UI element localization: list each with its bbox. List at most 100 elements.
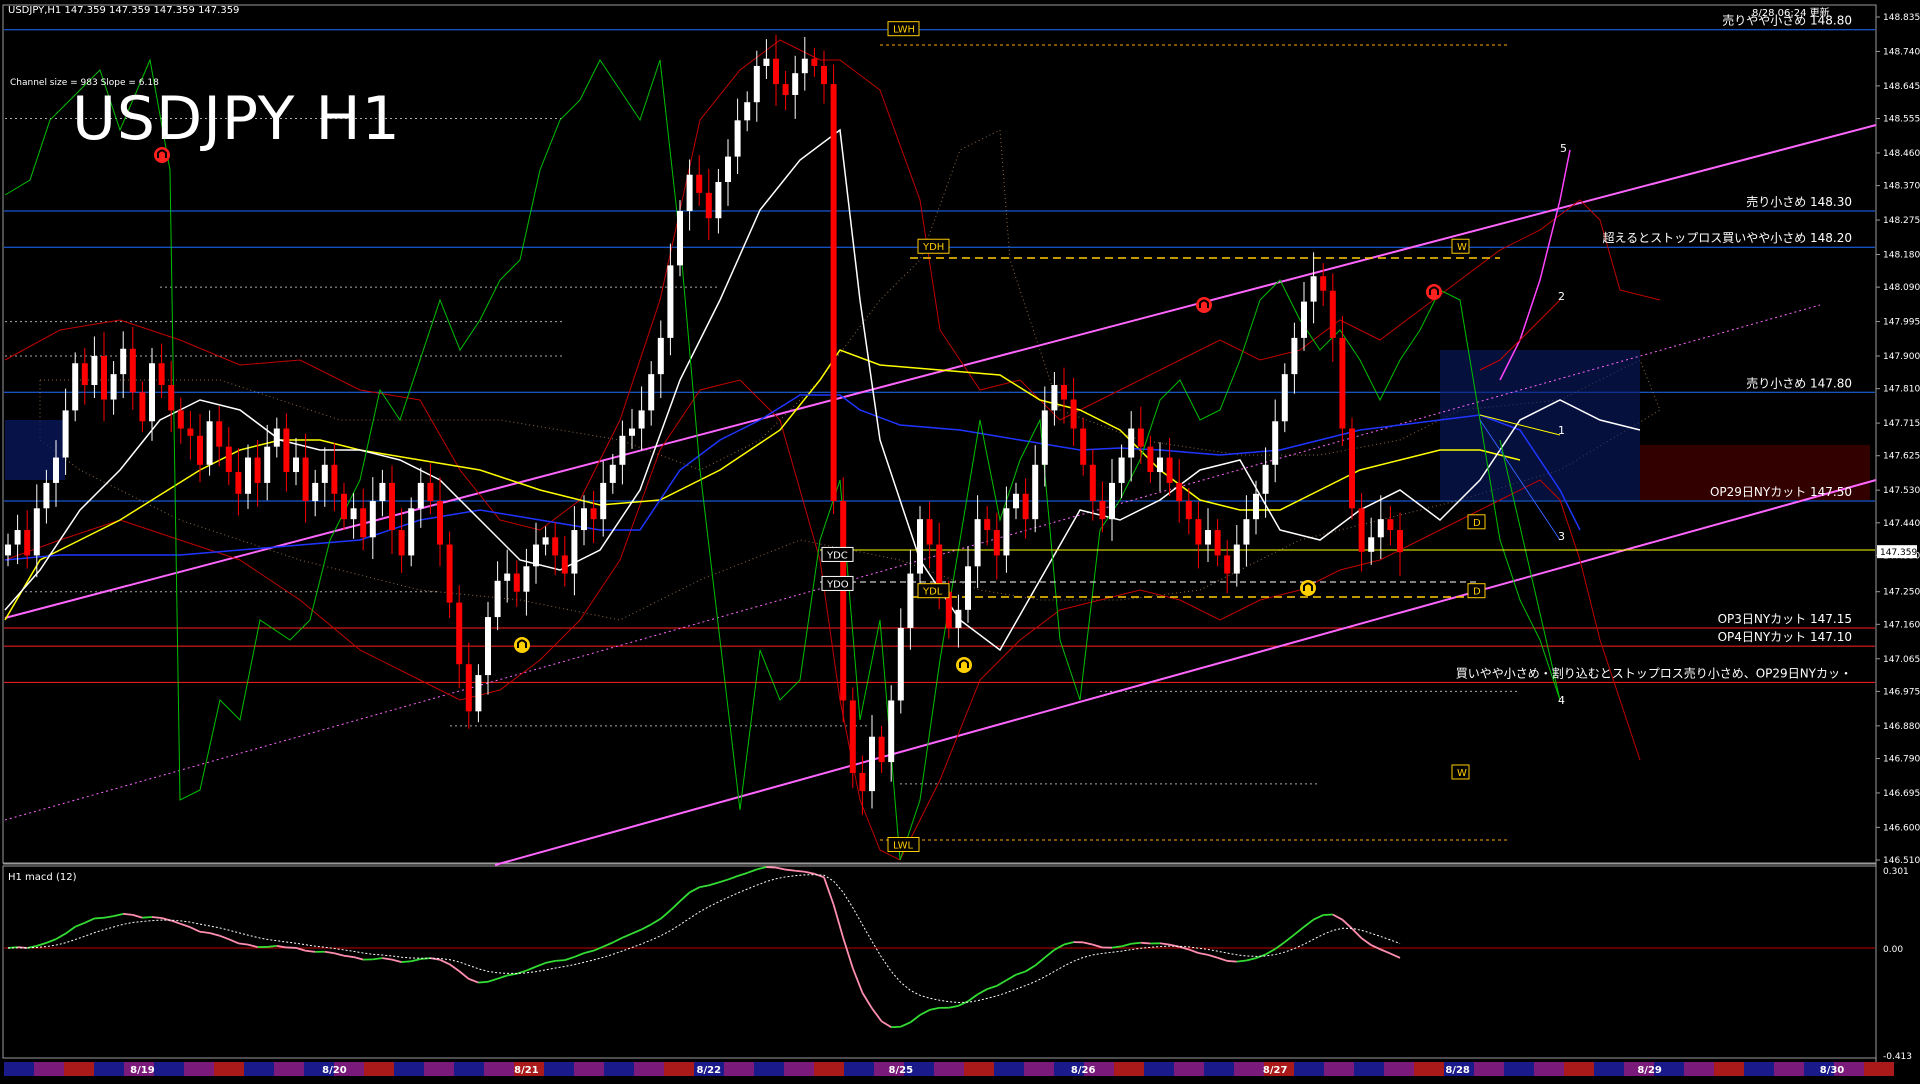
macd-line-segment — [565, 957, 575, 960]
candle-body — [1157, 458, 1163, 473]
macd-line-segment — [37, 943, 47, 946]
macd-line-segment — [1342, 920, 1352, 929]
candle-body — [1147, 447, 1153, 472]
macd-line-segment — [555, 960, 565, 961]
session-bar-segment — [1384, 1062, 1414, 1076]
price-level-label: OP29日NYカット 147.50 — [1710, 485, 1852, 499]
macd-line-segment — [210, 933, 220, 936]
macd-line-segment — [1227, 961, 1237, 962]
macd-line-segment — [786, 870, 796, 871]
macd-line-segment — [718, 880, 728, 883]
macd-line-segment — [344, 956, 354, 957]
time-label: 8/21 — [514, 1065, 539, 1076]
candle-body — [1138, 429, 1144, 447]
candle-body — [706, 193, 712, 218]
macd-line-segment — [1016, 971, 1026, 974]
candle-body — [888, 700, 894, 762]
session-bar-segment — [394, 1062, 424, 1076]
candle-body — [773, 59, 779, 84]
macd-line-segment — [1093, 945, 1103, 948]
candle-body — [341, 494, 347, 519]
macd-line-segment — [690, 887, 700, 892]
session-bar-segment — [1174, 1062, 1204, 1076]
session-bar-segment — [784, 1062, 814, 1076]
time-axis: 8/198/208/218/228/258/268/278/288/298/30 — [4, 1062, 1894, 1076]
sma-yellow — [5, 350, 1520, 620]
page-title: USDJPY H1 — [72, 84, 401, 154]
price-tick-label: 146.790 — [1883, 754, 1920, 764]
macd-line-segment — [670, 901, 680, 910]
candle-body — [187, 429, 193, 436]
candle-body — [1272, 421, 1278, 465]
candle-body — [1013, 494, 1019, 509]
session-bar-segment — [1774, 1062, 1804, 1076]
macd-line-segment — [133, 915, 143, 918]
marker-label: LWL — [893, 840, 914, 851]
macd-line-segment — [382, 958, 392, 960]
macd-tick-label: 0.00 — [1883, 945, 1903, 955]
price-tick-label: 146.975 — [1883, 687, 1920, 697]
candle-body — [495, 581, 501, 617]
macd-line-segment — [507, 974, 517, 976]
candle-body — [965, 566, 971, 610]
time-label: 8/22 — [697, 1065, 722, 1076]
candle-body — [379, 483, 385, 501]
macd-line-segment — [1323, 915, 1333, 916]
macd-line-segment — [920, 1010, 930, 1015]
macd-line-segment — [1266, 949, 1276, 954]
candle-body — [975, 519, 981, 566]
candle-body — [303, 458, 309, 502]
session-bar-segment — [94, 1062, 124, 1076]
candle-body — [235, 472, 241, 494]
macd-line-segment — [949, 1006, 959, 1008]
macd-line-segment — [1112, 946, 1122, 947]
macd-line-segment — [56, 934, 66, 940]
macd-line-segment — [238, 943, 248, 944]
macd-line-segment — [46, 939, 56, 943]
candle-body — [879, 737, 885, 762]
macd-line-segment — [1390, 954, 1400, 958]
projection-curve — [1500, 150, 1570, 380]
candle-body — [418, 483, 424, 508]
session-bar-segment — [424, 1062, 454, 1076]
time-label: 8/19 — [130, 1065, 155, 1076]
session-bar-segment — [1144, 1062, 1174, 1076]
price-axis: 148.835148.740148.645148.555148.460148.3… — [1876, 13, 1920, 866]
price-tick-label: 148.275 — [1883, 216, 1920, 226]
candle-body — [34, 508, 40, 555]
macd-line-segment — [1189, 949, 1199, 953]
session-bar-segment — [1324, 1062, 1354, 1076]
macd-line-segment — [1026, 966, 1036, 972]
macd-line-segment — [910, 1015, 920, 1022]
candle-body — [1330, 291, 1336, 338]
macd-signal-line — [8, 875, 1400, 1003]
candle-body — [715, 182, 721, 218]
candle-body — [351, 508, 357, 519]
signal-arrow-icon — [956, 657, 972, 673]
session-bar-segment — [934, 1062, 964, 1076]
macd-line-segment — [1160, 943, 1170, 944]
candle-body — [504, 574, 510, 581]
macd-line-segment — [1352, 929, 1362, 939]
macd-line-segment — [402, 961, 412, 962]
macd-line-segment — [930, 1008, 940, 1010]
candle-body — [264, 447, 270, 483]
marker-label: D — [1473, 518, 1481, 529]
candle-body — [331, 465, 337, 494]
candle-body — [725, 157, 731, 182]
macd-line-segment — [661, 910, 671, 918]
marker-label: YDC — [826, 550, 848, 561]
candle-body — [658, 338, 664, 374]
projection-label: 3 — [1558, 530, 1565, 543]
price-chart[interactable]: 148.835148.740148.645148.555148.460148.3… — [0, 0, 1920, 1080]
candle-body — [130, 349, 136, 393]
macd-line-segment — [1294, 927, 1304, 935]
macd-tick-label: -0.413 — [1883, 1052, 1912, 1062]
session-bar-segment — [154, 1062, 184, 1076]
macd-line-segment — [1122, 944, 1132, 947]
symbol-header: USDJPY,H1 147.359 147.359 147.359 147.35… — [8, 5, 239, 16]
candle-body — [475, 675, 481, 711]
macd-line-segment — [526, 967, 536, 971]
session-bar-segment — [1564, 1062, 1594, 1076]
candle-body — [1224, 555, 1230, 573]
